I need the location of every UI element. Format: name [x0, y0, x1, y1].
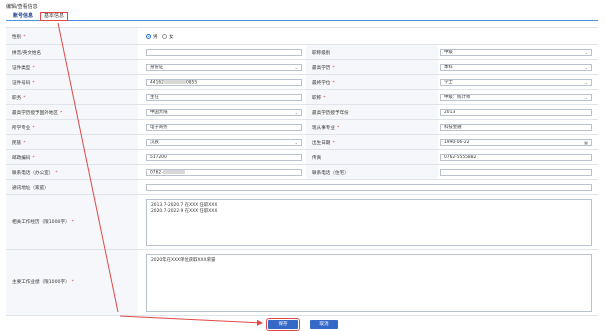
chevron-down-icon: ⌄ — [294, 110, 298, 115]
address-input[interactable] — [146, 184, 592, 191]
gender-label: 性别 * — [12, 35, 26, 40]
form-row-5: 职务 * 主任 职称 * 中级：统计师 ⌄ — [6, 90, 598, 105]
form-row-gender: 性别 * 男 女 — [6, 28, 598, 45]
highest-education-label: 最高学历 * — [312, 66, 335, 71]
basic-info-form: 性别 * 男 女 拼音/英文姓名 职称级别 中级 ⌄ 证件类型 * 身份证 ⌄ 最高学历… — [6, 27, 598, 316]
tab-bar: 账号信息 基本信息 — [6, 11, 598, 21]
form-row-7: 所学专业 * 电子商务 现从事专业 * 科技金融 — [6, 120, 598, 135]
chevron-down-icon: ⌄ — [584, 80, 588, 85]
form-row-8: 民族 * 汉族 ⌄ 出生日期 * 1990-06-22 ▦ — [6, 135, 598, 150]
edu-year-input[interactable]: 2013 — [440, 109, 592, 116]
gender-male-label: 男 — [153, 35, 158, 40]
edu-region-select[interactable]: 中国大陆 ⌄ — [146, 109, 302, 116]
form-row-experience: 相关工作经历（限1000字） * 2013.7-2020.7 在XXX 任职XXX… — [6, 195, 598, 250]
form-row-9: 邮政编码 * 517200 传真 0762-5555882 — [6, 150, 598, 165]
redacted-block — [163, 80, 186, 84]
address-label: 通讯地址（家庭） — [12, 186, 49, 191]
major-input[interactable]: 电子商务 — [146, 124, 302, 131]
annotation-arrow-to-save — [119, 315, 263, 326]
redacted-block — [162, 170, 185, 174]
major-label: 所学专业 * — [12, 126, 35, 131]
chevron-down-icon: ⌄ — [294, 65, 298, 70]
birth-date-label: 出生日期 * — [312, 141, 335, 146]
gender-female-radio[interactable] — [162, 34, 167, 39]
professional-title-select[interactable]: 中级：统计师 ⌄ — [440, 94, 592, 101]
edu-region-label: 最高学历授予国外地区 * — [12, 111, 63, 116]
title-level-label: 职称级别 — [312, 51, 331, 56]
form-row-11: 通讯地址（家庭） — [6, 180, 598, 195]
id-number-label: 证件号码 * — [12, 81, 35, 86]
current-major-input[interactable]: 科技金融 — [440, 124, 592, 131]
cancel-button[interactable]: 取消 — [310, 320, 338, 329]
id-number-input[interactable]: 44162 0855 — [146, 79, 302, 86]
position-input[interactable]: 主任 — [146, 94, 302, 101]
office-phone-input[interactable]: 0762- — [146, 169, 302, 176]
tab-account-info[interactable]: 账号信息 — [10, 12, 36, 21]
highest-degree-select[interactable]: 学士 ⌄ — [440, 79, 592, 86]
id-type-select[interactable]: 身份证 ⌄ — [146, 64, 302, 71]
window-title: 编辑/查看信息 — [6, 4, 38, 10]
title-level-select[interactable]: 中级 ⌄ — [440, 49, 592, 56]
postal-code-input[interactable]: 517200 — [146, 154, 302, 161]
gender-male-radio[interactable] — [146, 34, 151, 39]
experience-textarea[interactable]: 2013.7-2020.7 在XXX 任职XXX 2020.7-2022.9 在… — [146, 199, 592, 246]
experience-label: 相关工作经历（限1000字） * — [12, 220, 74, 225]
ethnicity-label: 民族 * — [12, 141, 26, 146]
highest-degree-label: 最终学位 * — [312, 81, 335, 86]
ethnicity-select[interactable]: 汉族 ⌄ — [146, 139, 302, 146]
form-row-2: 拼音/英文姓名 职称级别 中级 ⌄ — [6, 45, 598, 60]
chevron-down-icon: ⌄ — [584, 65, 588, 70]
office-phone-label: 联系电话（办公室） * — [12, 171, 58, 176]
tab-basic-info[interactable]: 基本信息 — [40, 12, 69, 21]
form-row-10: 联系电话（办公室） * 0762- 联系电话（住宅） — [6, 165, 598, 180]
id-type-label: 证件类型 * — [12, 66, 35, 71]
fax-label: 传真 — [312, 156, 322, 161]
highest-education-select[interactable]: 本科 ⌄ — [440, 64, 592, 71]
gender-female-label: 女 — [169, 35, 174, 40]
achievements-textarea[interactable]: 2020年在XXX单位获取XXX荣誉 — [146, 254, 592, 312]
pinyin-name-input[interactable] — [146, 49, 302, 56]
fax-input[interactable]: 0762-5555882 — [440, 154, 592, 161]
postal-code-label: 邮政编码 * — [12, 156, 35, 161]
home-phone-input[interactable] — [440, 169, 592, 176]
chevron-down-icon: ⌄ — [584, 50, 588, 55]
form-row-4: 证件号码 * 44162 0855 最终学位 * 学士 ⌄ — [6, 75, 598, 90]
home-phone-label: 联系电话（住宅） — [312, 171, 349, 176]
pinyin-name-label: 拼音/英文姓名 — [12, 51, 42, 56]
form-row-3: 证件类型 * 身份证 ⌄ 最高学历 * 本科 ⌄ — [6, 60, 598, 75]
chevron-down-icon: ⌄ — [294, 140, 298, 145]
chevron-down-icon: ⌄ — [584, 95, 588, 100]
professional-title-label: 职称 * — [312, 96, 326, 101]
achievements-line: 2020年在XXX单位获取XXX荣誉 — [151, 258, 216, 263]
edu-year-label: 最高学历授予年份 — [312, 111, 349, 116]
experience-line: 2020.7-2022.9 在XXX 任职XXX — [151, 209, 218, 214]
form-row-6: 最高学历授予国外地区 * 中国大陆 ⌄ 最高学历授予年份 2013 — [6, 105, 598, 120]
calendar-icon[interactable]: ▦ — [584, 140, 588, 145]
form-row-achievements: 主要工作业绩（限1000字） * 2020年在XXX单位获取XXX荣誉 — [6, 250, 598, 316]
save-button[interactable]: 保存 — [266, 318, 300, 331]
position-label: 职务 * — [12, 96, 26, 101]
birth-date-input[interactable]: 1990-06-22 ▦ — [440, 139, 592, 146]
current-major-label: 现从事专业 * — [312, 126, 340, 131]
achievements-label: 主要工作业绩（限1000字） * — [12, 280, 74, 285]
